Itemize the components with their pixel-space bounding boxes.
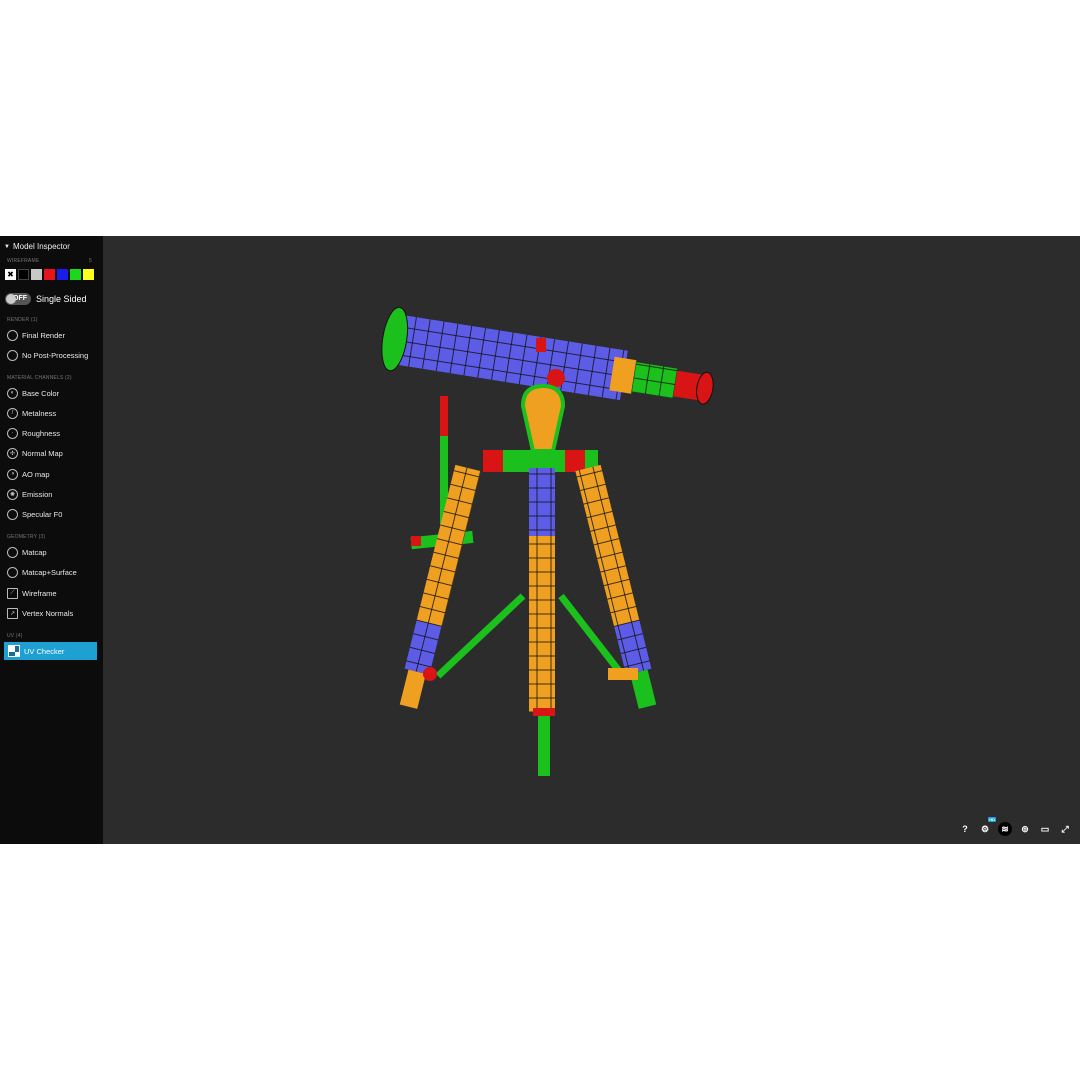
final-render-icon <box>7 329 18 341</box>
panel-title: Model Inspector <box>12 242 70 251</box>
3d-viewport[interactable]: ? ⚙ HD ≋ ⊚ ▭ ⤢ <box>103 236 1080 844</box>
matcap-surface-icon <box>7 566 18 578</box>
swatch-black[interactable] <box>18 269 29 280</box>
base-color-icon: ◐ <box>7 387 18 399</box>
swatch-yellow[interactable] <box>83 269 94 280</box>
vertex-normals-icon: ↗ <box>7 607 18 619</box>
menu-item-uv-checker[interactable]: UV Checker <box>4 642 97 660</box>
uv-section-label: UV (4) <box>7 633 23 639</box>
menu-item-vertex-normals[interactable]: ↗ Vertex Normals <box>7 606 73 620</box>
settings-icon[interactable]: ⚙ HD <box>978 817 996 836</box>
menu-item-base-color[interactable]: ◐ Base Color <box>7 386 59 400</box>
layers-icon[interactable]: ≋ <box>998 822 1012 836</box>
swatch-red[interactable] <box>44 269 55 280</box>
menu-item-roughness[interactable]: · Roughness <box>7 426 60 440</box>
metalness-icon: / <box>7 407 18 419</box>
single-sided-label: Single Sided <box>36 294 87 304</box>
panel-header[interactable]: ▼ Model Inspector <box>4 242 70 251</box>
viewer-toolbar: ? ⚙ HD ≋ ⊚ ▭ ⤢ <box>958 817 1072 836</box>
swatch-none[interactable]: ✖ <box>5 269 16 280</box>
menu-item-specular-f0[interactable]: Specular F0 <box>7 507 62 521</box>
menu-item-emission[interactable]: ✺ Emission <box>7 487 52 501</box>
single-sided-toggle[interactable]: OFF <box>5 293 31 305</box>
normal-map-icon: ✣ <box>7 447 18 459</box>
wireframe-value: 5 <box>89 258 92 264</box>
caret-down-icon: ▼ <box>4 243 10 250</box>
menu-item-ao-map[interactable]: ◑ AO map <box>7 467 50 481</box>
viewer-app: ▼ Model Inspector WIREFRAME 5 ✖ OFF Sing… <box>0 236 1080 844</box>
telescope-model[interactable] <box>103 236 1080 844</box>
vr-icon[interactable]: ⊚ <box>1018 822 1032 836</box>
no-post-processing-icon <box>7 349 18 361</box>
menu-item-matcap-surface[interactable]: Matcap+Surface <box>7 565 77 579</box>
menu-item-final-render[interactable]: Final Render <box>7 328 65 342</box>
model-inspector-panel: ▼ Model Inspector WIREFRAME 5 ✖ OFF Sing… <box>0 236 103 844</box>
ao-map-icon: ◑ <box>7 468 18 480</box>
wireframe-label: WIREFRAME <box>7 258 40 264</box>
geometry-section-label: GEOMETRY (3) <box>7 534 46 540</box>
screenshot-icon[interactable]: ▭ <box>1038 822 1052 836</box>
menu-item-normal-map[interactable]: ✣ Normal Map <box>7 446 63 460</box>
hd-badge: HD <box>988 817 996 822</box>
material-section-label: MATERIAL CHANNELS (2) <box>7 375 72 381</box>
center-leg <box>529 468 555 776</box>
swatch-blue[interactable] <box>57 269 68 280</box>
swatch-green[interactable] <box>70 269 81 280</box>
emission-icon: ✺ <box>7 488 18 500</box>
menu-item-wireframe[interactable]: ⟋ Wireframe <box>7 586 57 600</box>
swatch-grey[interactable] <box>31 269 42 280</box>
roughness-icon: · <box>7 427 18 439</box>
specular-icon <box>7 508 18 520</box>
matcap-icon <box>7 546 18 558</box>
wireframe-swatches: ✖ <box>5 269 94 280</box>
menu-item-no-post-processing[interactable]: No Post-Processing <box>7 348 88 362</box>
help-icon[interactable]: ? <box>958 822 972 836</box>
uv-checker-icon <box>8 645 20 657</box>
wireframe-icon: ⟋ <box>7 587 18 599</box>
menu-item-metalness[interactable]: / Metalness <box>7 406 56 420</box>
render-section-label: RENDER (1) <box>7 317 38 323</box>
menu-item-matcap[interactable]: Matcap <box>7 545 47 559</box>
fullscreen-icon[interactable]: ⤢ <box>1058 822 1072 836</box>
